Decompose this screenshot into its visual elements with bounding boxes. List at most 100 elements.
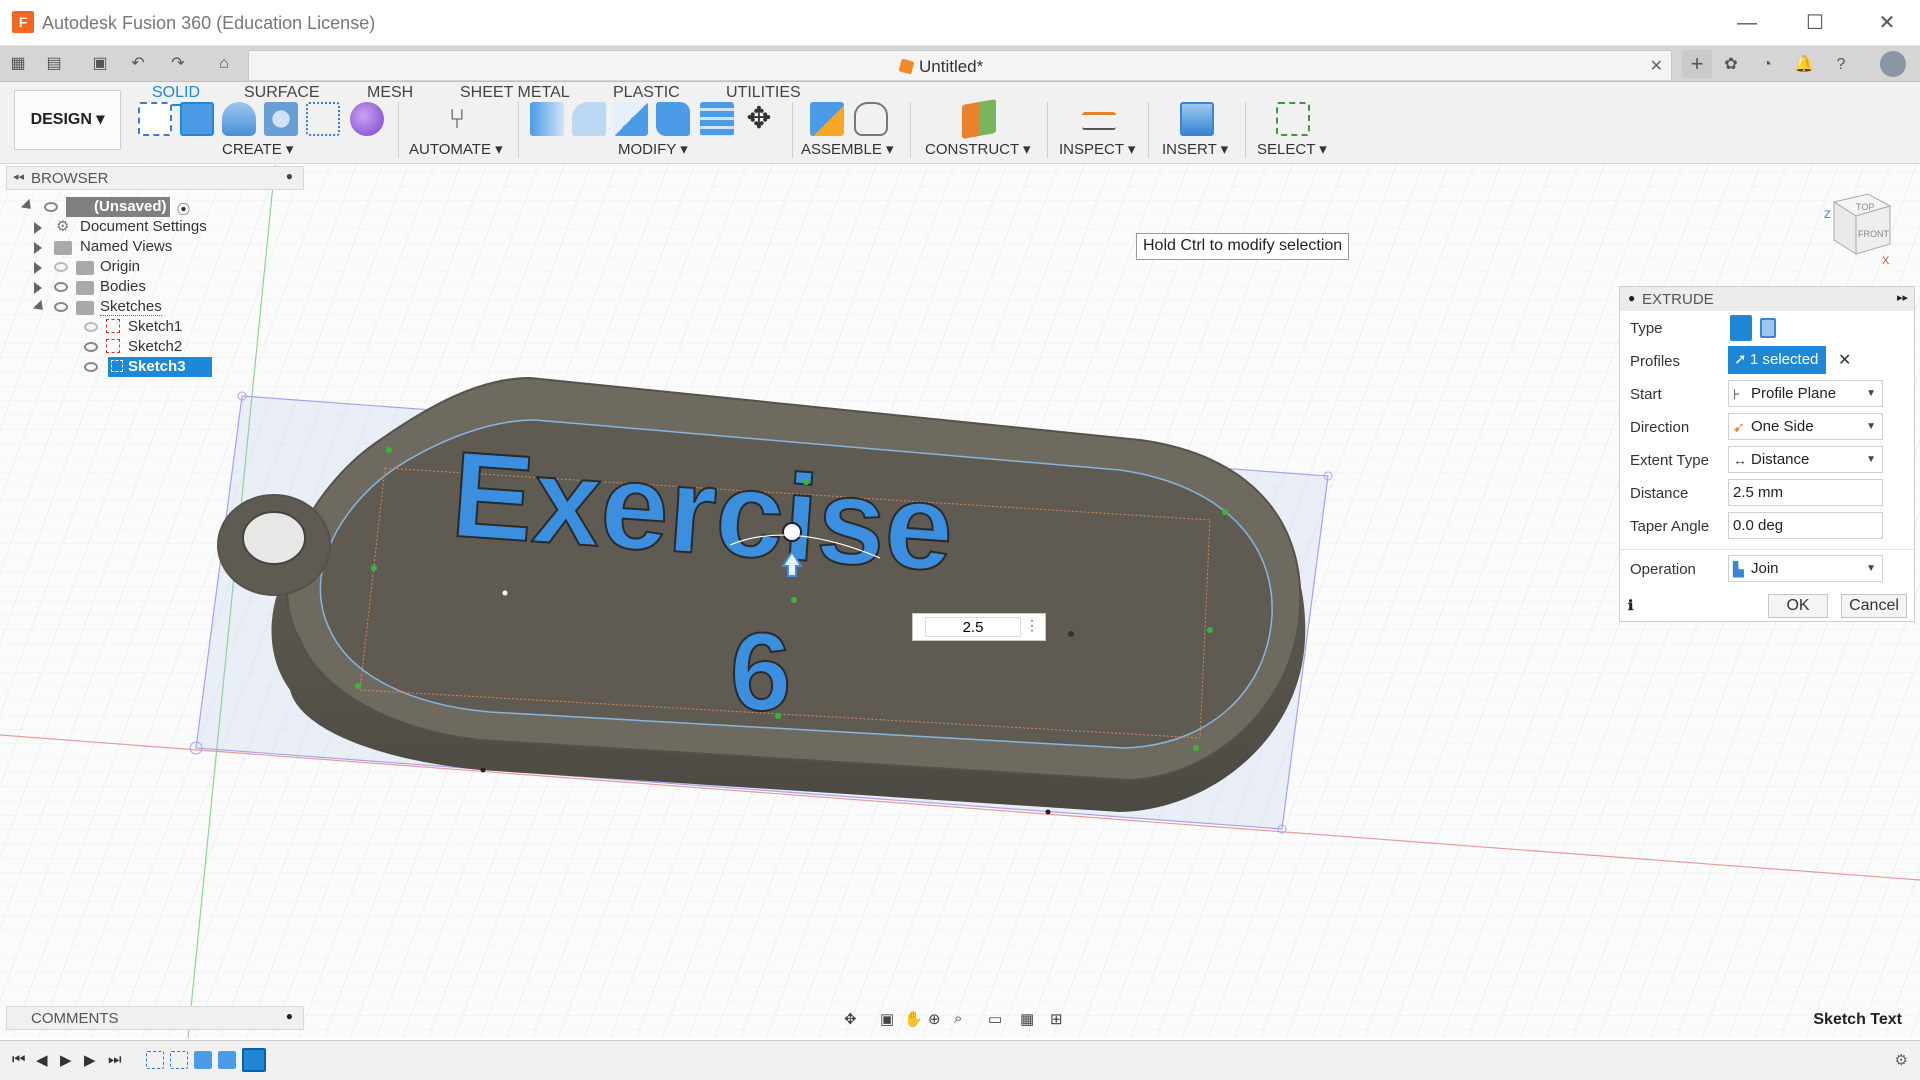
taper-angle-input[interactable]: 0.0 deg (1728, 512, 1883, 539)
grid-settings-icon[interactable]: ▦ (1020, 1010, 1034, 1028)
browser-item-sketches[interactable]: Sketches (32, 297, 274, 319)
pan-hand-icon[interactable]: ✋ (904, 1010, 923, 1028)
create-group-label[interactable]: CREATE ▾ (222, 140, 293, 158)
view-cube-graphic[interactable]: TOP FRONT Z X (1820, 188, 1892, 267)
extrude-manipulator-origin[interactable] (782, 522, 802, 542)
assemble-group-label[interactable]: ASSEMBLE ▾ (801, 140, 894, 158)
chamfer-icon[interactable] (614, 102, 648, 136)
automate-icon[interactable]: ⑂ (440, 102, 474, 136)
rectangular-pattern-icon[interactable] (306, 102, 340, 136)
profiles-selection-button[interactable]: ➚ 1 selected (1728, 346, 1826, 374)
maximize-button[interactable]: ☐ (1792, 8, 1838, 38)
expand-triangle-icon[interactable] (34, 262, 42, 274)
extrude-tool-icon[interactable] (180, 102, 214, 136)
comments-panel[interactable]: COMMENTS ● (6, 1006, 304, 1030)
timeline-active-sketch-feature[interactable] (242, 1048, 266, 1072)
sketch-point[interactable] (502, 590, 508, 596)
form-icon[interactable] (350, 102, 384, 136)
browser-item-bodies[interactable]: Bodies (34, 277, 274, 299)
data-panel-grid-icon[interactable]: ▦ (8, 54, 28, 74)
close-tab-icon[interactable]: ✕ (1650, 56, 1663, 76)
zoom-icon[interactable]: ⊕ (928, 1010, 941, 1028)
browser-pin-icon[interactable]: ● (286, 169, 293, 183)
dimension-options-icon[interactable]: ⋮ (1025, 617, 1039, 634)
save-icon[interactable]: ▣ (90, 54, 110, 74)
display-settings-icon[interactable]: ▭ (988, 1010, 1002, 1028)
tab-mesh[interactable]: MESH (367, 84, 413, 102)
visibility-eye-icon[interactable] (54, 302, 68, 312)
browser-sketch-row-selected[interactable]: Sketch3 (78, 357, 278, 379)
hole-icon[interactable] (264, 102, 298, 136)
offset-plane-icon[interactable] (962, 99, 996, 139)
combine-icon[interactable] (700, 102, 734, 136)
measure-icon[interactable] (1082, 112, 1116, 130)
expand-triangle-icon[interactable] (34, 222, 42, 234)
browser-item-document-settings[interactable]: ⚙ Document Settings (34, 217, 274, 239)
operation-dropdown[interactable]: ▙ Join ▼ (1728, 555, 1883, 582)
browser-item-named-views[interactable]: Named Views (34, 237, 274, 259)
help-icon[interactable]: ? (1830, 54, 1852, 76)
hidden-eye-icon[interactable] (84, 322, 98, 332)
sketch-point[interactable] (386, 447, 392, 453)
timeline-extrude-feature[interactable] (218, 1051, 236, 1069)
collapse-browser-icon[interactable]: ◂◂ (13, 170, 24, 183)
visibility-eye-icon[interactable] (44, 202, 58, 212)
expand-dialog-icon[interactable]: ▸▸ (1897, 291, 1908, 304)
expand-triangle-icon[interactable] (34, 242, 42, 254)
step-forward-icon[interactable]: ▶ (84, 1051, 96, 1069)
extrude-type-thin-icon[interactable] (1760, 318, 1776, 338)
browser-sketch-row[interactable]: Sketch1 (78, 317, 278, 339)
collapse-triangle-icon[interactable] (20, 198, 36, 214)
automate-group-label[interactable]: AUTOMATE ▾ (409, 140, 503, 158)
new-component-icon[interactable] (810, 102, 844, 136)
sketch-point[interactable] (1193, 745, 1199, 751)
new-tab-button[interactable]: + (1682, 50, 1712, 78)
joint-icon[interactable] (854, 102, 888, 136)
insert-group-label[interactable]: INSERT ▾ (1162, 140, 1228, 158)
extensions-icon[interactable]: ✿ (1720, 54, 1742, 76)
viewports-icon[interactable]: ⊞ (1050, 1010, 1063, 1028)
clear-selection-icon[interactable]: ✕ (1838, 350, 1851, 370)
fit-icon[interactable]: ⌕ (954, 1010, 962, 1027)
browser-item-origin[interactable]: Origin (34, 257, 274, 279)
play-icon[interactable]: ▶ (60, 1051, 72, 1069)
close-window-button[interactable]: ✕ (1864, 8, 1910, 38)
create-sketch-icon[interactable] (138, 102, 172, 136)
expand-triangle-icon[interactable] (34, 282, 42, 294)
revolve-icon[interactable] (222, 102, 256, 136)
sketch-point[interactable] (1222, 509, 1228, 515)
go-to-start-icon[interactable]: ⏮ (12, 1051, 26, 1068)
inspect-group-label[interactable]: INSPECT ▾ (1059, 140, 1135, 158)
notifications-bell-icon[interactable]: 🔔 (1793, 54, 1815, 76)
sketch-point[interactable] (791, 597, 797, 603)
sketch-point[interactable] (371, 565, 377, 571)
tab-solid[interactable]: SOLID (152, 84, 200, 102)
timeline-settings-gear-icon[interactable]: ⚙ (1895, 1051, 1908, 1069)
document-tab[interactable]: Untitled* ✕ (248, 50, 1672, 80)
home-icon[interactable]: ⌂ (214, 54, 234, 74)
timeline-extrude-feature[interactable] (194, 1051, 212, 1069)
user-avatar[interactable] (1880, 51, 1906, 77)
sketch-point[interactable] (355, 683, 361, 689)
redo-icon[interactable]: ↷ (168, 54, 188, 74)
go-to-end-icon[interactable]: ⏭ (108, 1051, 122, 1068)
undo-icon[interactable]: ↶ (128, 54, 148, 74)
activate-component-icon[interactable]: ⦿ (177, 199, 190, 218)
move-copy-icon[interactable]: ✥ (742, 102, 776, 136)
look-at-icon[interactable]: ▣ (880, 1010, 894, 1028)
info-icon[interactable]: ℹ (1628, 597, 1633, 614)
cancel-button[interactable]: Cancel (1841, 594, 1907, 618)
tab-surface[interactable]: SURFACE (244, 84, 320, 102)
visibility-eye-icon[interactable] (54, 282, 68, 292)
minimize-button[interactable]: — (1724, 8, 1770, 38)
browser-root-row[interactable]: (Unsaved) ⦿ (20, 197, 222, 219)
sketch-point[interactable] (803, 479, 809, 485)
key-ring-hole[interactable] (242, 511, 306, 565)
step-back-icon[interactable]: ◀ (36, 1051, 48, 1069)
distance-dimension-input[interactable] (925, 617, 1021, 637)
tab-sheet-metal[interactable]: SHEET METAL (460, 84, 570, 102)
tab-utilities[interactable]: UTILITIES (726, 84, 801, 102)
collapse-triangle-icon[interactable] (32, 299, 48, 315)
select-group-label[interactable]: SELECT ▾ (1257, 140, 1327, 158)
job-status-icon[interactable]: ◔ (1756, 54, 1778, 76)
